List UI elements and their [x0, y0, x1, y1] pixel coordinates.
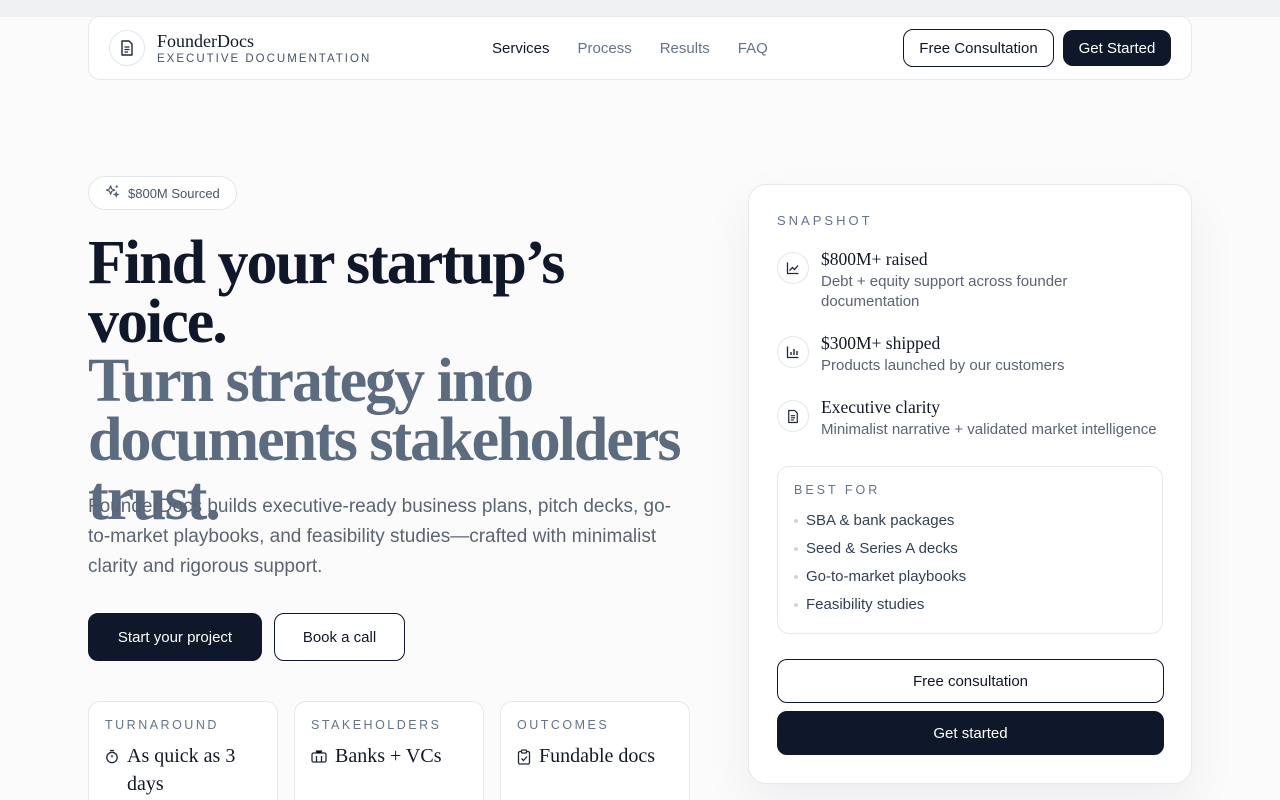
bullet-dot [794, 603, 798, 607]
top-navbar: FounderDocs EXECUTIVE DOCUMENTATION Serv… [88, 16, 1192, 80]
list-item-text: SBA & bank packages [806, 512, 955, 529]
card-value: Banks + VCs [335, 745, 442, 767]
card-label: STAKEHOLDERS [311, 718, 442, 732]
brand-tagline: EXECUTIVE DOCUMENTATION [157, 53, 372, 65]
list-item: Seed & Series A decks [794, 535, 1146, 563]
snapshot-card: SNAPSHOT $800M+ raised Debt + equity sup… [748, 184, 1192, 784]
highlight-cards: TURNAROUND As quick as 3 days STAKEHOLDE… [88, 701, 690, 800]
sourced-badge-label: $800M Sourced [128, 185, 220, 201]
stakeholders-card: STAKEHOLDERS Banks + VCs [294, 701, 484, 800]
sourced-badge: $800M Sourced [88, 176, 237, 210]
card-value: Fundable docs [539, 745, 656, 767]
browser-top-strip [0, 0, 1280, 17]
bullet-dot [794, 547, 798, 551]
card-label: TURNAROUND [105, 718, 219, 732]
bar-chart-icon [777, 336, 809, 368]
nav-link-faq[interactable]: FAQ [738, 40, 768, 57]
stat-title: Executive clarity [821, 397, 941, 417]
list-item-text: Go-to-market playbooks [806, 568, 967, 585]
stat-title: $300M+ shipped [821, 333, 941, 353]
list-item: Feasibility studies [794, 591, 1146, 619]
best-for-box: BEST FOR SBA & bank packages Seed & Seri… [777, 466, 1163, 634]
hero-headline: Find your startup’s voice. Turn strategy… [88, 229, 708, 530]
start-project-button[interactable]: Start your project [88, 613, 262, 661]
stat-description: Debt + equity support across founder doc… [821, 273, 1068, 310]
line-chart-icon [777, 252, 809, 284]
timer-icon [105, 742, 119, 772]
clipboard-check-icon [517, 742, 531, 773]
list-item-text: Seed & Series A decks [806, 540, 958, 557]
book-call-button[interactable]: Book a call [274, 613, 405, 661]
card-label: OUTCOMES [517, 718, 610, 732]
stat-clarity: Executive clarity Minimalist narrative +… [777, 396, 1163, 440]
list-item-text: Feasibility studies [806, 596, 925, 613]
get-started-button[interactable]: Get Started [1063, 30, 1171, 66]
nav-link-services[interactable]: Services [492, 40, 550, 57]
bullet-dot [794, 519, 798, 523]
card-value: As quick as 3 days [127, 745, 236, 795]
best-for-label: BEST FOR [794, 483, 881, 497]
free-consultation-card-button[interactable]: Free consultation [777, 659, 1164, 703]
hero-headline-primary: Find your startup’s voice. [88, 229, 565, 356]
bullet-dot [794, 575, 798, 579]
brand-name: FounderDocs [157, 31, 254, 51]
nav-link-results[interactable]: Results [660, 40, 710, 57]
stat-raised: $800M+ raised Debt + equity support acro… [777, 248, 1163, 312]
free-consultation-button[interactable]: Free Consultation [903, 29, 1054, 67]
snapshot-actions: Free consultation Get started [777, 659, 1164, 755]
nav-links: Services Process Results FAQ [492, 40, 768, 57]
best-for-list: SBA & bank packages Seed & Series A deck… [794, 507, 1146, 619]
snapshot-label: SNAPSHOT [777, 213, 873, 228]
stat-description: Products launched by our customers [821, 357, 1065, 374]
hero-description: FounderDocs builds executive-ready busin… [88, 496, 671, 577]
sparkles-icon [105, 184, 120, 202]
get-started-card-button[interactable]: Get started [777, 711, 1164, 755]
document-icon [109, 30, 145, 66]
stat-shipped: $300M+ shipped Products launched by our … [777, 332, 1163, 376]
nav-link-process[interactable]: Process [578, 40, 632, 57]
list-item: Go-to-market playbooks [794, 563, 1146, 591]
hero-actions: Start your project Book a call [88, 613, 405, 661]
bank-icon [311, 742, 327, 771]
turnaround-card: TURNAROUND As quick as 3 days [88, 701, 278, 800]
brand[interactable]: FounderDocs EXECUTIVE DOCUMENTATION [109, 30, 469, 66]
stat-title: $800M+ raised [821, 249, 928, 269]
outcomes-card: OUTCOMES Fundable docs [500, 701, 690, 800]
list-item: SBA & bank packages [794, 507, 1146, 535]
nav-actions: Free Consultation Get Started [903, 29, 1171, 67]
document-icon [777, 400, 809, 432]
stat-description: Minimalist narrative + validated market … [821, 421, 1157, 438]
